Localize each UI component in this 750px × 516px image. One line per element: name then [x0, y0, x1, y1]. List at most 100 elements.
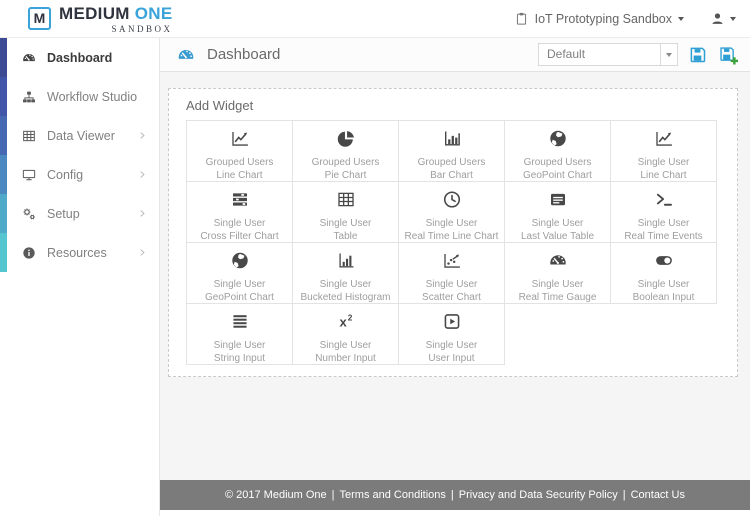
widget-line2: GeoPoint Chart: [205, 292, 274, 303]
sidebar-item-config[interactable]: Config: [0, 155, 159, 194]
widget-line2: Boolean Input: [632, 292, 695, 303]
page-title: Dashboard: [207, 46, 281, 63]
widget-line2: Real Time Gauge: [518, 292, 597, 303]
widget-line2: Line Chart: [640, 170, 687, 181]
line-chart-icon: [228, 128, 252, 149]
widget-single-user-cross-filter-chart[interactable]: Single User Cross Filter Chart: [187, 182, 293, 243]
widget-line2: Line Chart: [216, 170, 263, 181]
widget-line2: Bar Chart: [430, 170, 473, 181]
panel-title: Add Widget: [186, 98, 254, 113]
widget-line2: Pie Chart: [324, 170, 367, 181]
widget-line2: Number Input: [315, 353, 376, 364]
widget-line1: Grouped Users: [417, 157, 486, 168]
sidebar-item-workflow-studio[interactable]: Workflow Studio: [0, 77, 159, 116]
caret-down-icon: [666, 52, 672, 57]
footer-link-terms[interactable]: Terms and Conditions: [340, 489, 446, 501]
sidebar-item-setup[interactable]: Setup: [0, 194, 159, 233]
gauge-icon: [546, 250, 570, 271]
main-content: Add Widget Grouped Users Line Chart Grou…: [160, 72, 750, 480]
widget-single-user-string-input[interactable]: Single User String Input: [187, 304, 293, 365]
widget-single-user-line-chart[interactable]: Single User Line Chart: [611, 121, 717, 182]
save-as-new-dashboard-button[interactable]: [717, 44, 738, 65]
widget-single-user-scatter-chart[interactable]: Single User Scatter Chart: [399, 243, 505, 304]
footer-link-privacy[interactable]: Privacy and Data Security Policy: [459, 489, 618, 501]
sidebar-item-label: Dashboard: [47, 50, 113, 65]
chevron-right-icon: [138, 209, 147, 218]
widget-line1: Single User: [213, 279, 266, 290]
dashboard-select[interactable]: Default: [538, 43, 678, 66]
content-header: Dashboard Default: [160, 38, 750, 72]
widget-line1: Single User: [319, 279, 372, 290]
widget-line1: Single User: [213, 340, 266, 351]
widget-line1: Single User: [425, 218, 478, 229]
list-alt-icon: [546, 189, 570, 210]
sandbox-selector-label: IoT Prototyping Sandbox: [534, 11, 672, 26]
caret-down-icon: [730, 16, 736, 21]
footer: © 2017 Medium One | Terms and Conditions…: [160, 480, 750, 510]
widget-single-user-real-time-line-chart[interactable]: Single User Real Time Line Chart: [399, 182, 505, 243]
clipboard-icon: [514, 11, 529, 26]
widget-line1: Grouped Users: [523, 157, 592, 168]
widget-line1: Single User: [425, 340, 478, 351]
sidebar-item-label: Config: [47, 167, 84, 182]
app-window: M MEDIUM ONE SANDBOX IoT Prototyping San…: [0, 0, 750, 516]
sandbox-selector[interactable]: IoT Prototyping Sandbox: [514, 11, 684, 26]
widget-grouped-users-line-chart[interactable]: Grouped Users Line Chart: [187, 121, 293, 182]
widget-single-user-real-time-gauge[interactable]: Single User Real Time Gauge: [505, 243, 611, 304]
brand-name-accent: ONE: [134, 3, 173, 23]
sidebar-item-dashboard[interactable]: Dashboard: [0, 38, 159, 77]
user-menu[interactable]: [710, 11, 736, 26]
sidebar-item-label: Workflow Studio: [47, 89, 138, 104]
topbar-right-group: IoT Prototyping Sandbox: [514, 11, 736, 26]
brand-name: MEDIUM ONE: [59, 4, 173, 24]
footer-link-contact[interactable]: Contact Us: [631, 489, 685, 501]
widget-single-user-table[interactable]: Single User Table: [293, 182, 399, 243]
pie-chart-icon: [334, 128, 358, 149]
widget-line2: Cross Filter Chart: [200, 231, 279, 242]
widget-grouped-users-geopoint-chart[interactable]: Grouped Users GeoPoint Chart: [505, 121, 611, 182]
sidebar-item-data-viewer[interactable]: Data Viewer: [0, 116, 159, 155]
widget-line1: Single User: [637, 157, 690, 168]
save-dashboard-button[interactable]: [687, 44, 708, 65]
widget-line1: Single User: [213, 218, 266, 229]
grid-empty-slot: [611, 304, 717, 365]
widget-single-user-real-time-events-stream[interactable]: Single User Real Time Events Stream: [611, 182, 717, 255]
widget-line1: Single User: [425, 279, 478, 290]
footer-separator: |: [622, 489, 626, 501]
chevron-right-icon: [138, 170, 147, 179]
sidebar: Dashboard Workflow Studio Data Viewer Co…: [0, 38, 160, 516]
widget-line2: Last Value Table: [520, 231, 595, 242]
text-lines-icon: [228, 311, 252, 332]
widget-single-user-user-input[interactable]: Single User User Input: [399, 304, 505, 365]
widget-single-user-number-input[interactable]: Single User Number Input: [293, 304, 399, 365]
widget-line1: Single User: [531, 279, 584, 290]
chevron-right-icon: [138, 248, 147, 257]
play-square-icon: [440, 311, 464, 332]
add-widget-panel: Add Widget Grouped Users Line Chart Grou…: [168, 88, 738, 377]
widget-grouped-users-pie-chart[interactable]: Grouped Users Pie Chart: [293, 121, 399, 182]
clock-icon: [440, 189, 464, 210]
sidebar-item-label: Data Viewer: [47, 128, 115, 143]
widget-single-user-geopoint-chart[interactable]: Single User GeoPoint Chart: [187, 243, 293, 304]
globe-icon: [228, 250, 252, 271]
widget-single-user-bucketed-histogram[interactable]: Single User Bucketed Histogram: [293, 243, 399, 304]
widget-grouped-users-bar-chart[interactable]: Grouped Users Bar Chart: [399, 121, 505, 182]
table-icon: [334, 189, 358, 210]
widget-line1: Single User: [531, 218, 584, 229]
widget-line2: Scatter Chart: [422, 292, 481, 303]
widget-single-user-last-value-table[interactable]: Single User Last Value Table: [505, 182, 611, 243]
sidebar-item-resources[interactable]: Resources: [0, 233, 159, 272]
widget-line2: Real Time Line Chart: [404, 231, 499, 242]
widget-single-user-boolean-input[interactable]: Single User Boolean Input: [611, 243, 717, 304]
save-plus-icon: [717, 44, 738, 65]
table-icon: [21, 128, 37, 144]
footer-copyright: © 2017 Medium One: [224, 489, 327, 501]
user-icon: [710, 11, 725, 26]
sidebar-nav: Dashboard Workflow Studio Data Viewer Co…: [0, 38, 159, 272]
content-header-actions: Default: [538, 43, 738, 66]
desktop-icon: [21, 167, 37, 183]
brand-logo[interactable]: M MEDIUM ONE SANDBOX: [28, 4, 173, 34]
select-caret: [660, 44, 677, 65]
logo-m-icon: M: [28, 6, 51, 30]
grid-empty-slot: [505, 304, 611, 365]
